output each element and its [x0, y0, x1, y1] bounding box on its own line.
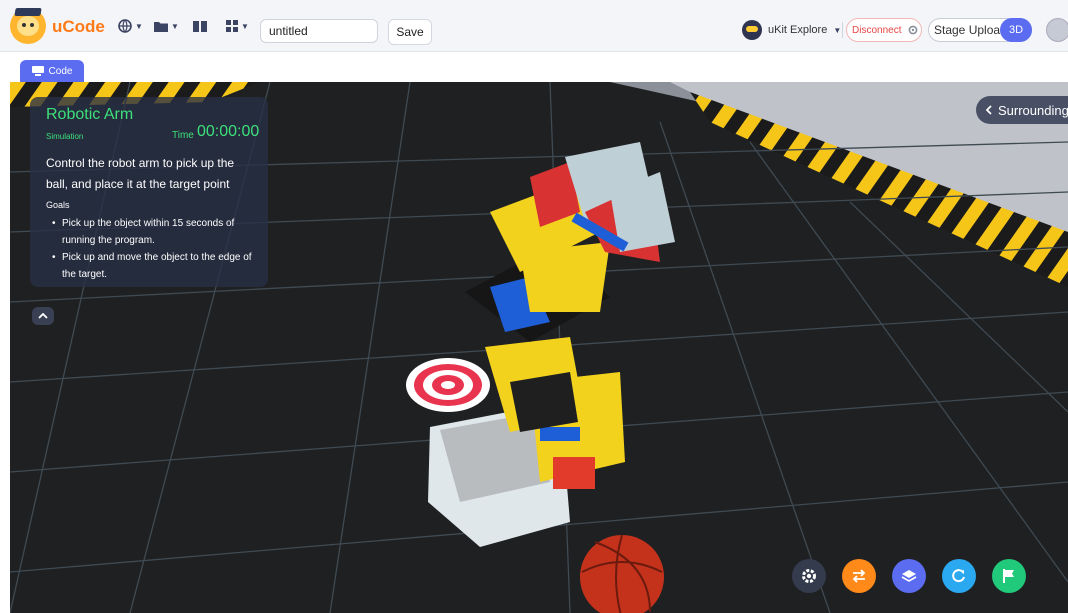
chevron-down-icon: ▼ [241, 21, 249, 31]
goal-item: Pick up the object within 15 seconds of … [46, 215, 258, 249]
goals-heading: Goals [46, 200, 70, 210]
ucode-logo [10, 8, 46, 44]
device-selector[interactable]: uKit Explore ▼ [742, 19, 841, 41]
mode-3d-badge[interactable]: 3D [1000, 18, 1032, 42]
swap-icon [852, 569, 866, 583]
reset-icon [952, 569, 965, 583]
device-name: uKit Explore [768, 24, 828, 36]
goals-list: Pick up the object within 15 seconds of … [46, 215, 258, 283]
chevron-down-icon: ▼ [135, 21, 143, 31]
surroundings-button[interactable]: Surroundings [976, 96, 1068, 124]
stage-upload-label: Stage Upload [934, 23, 1007, 37]
language-menu[interactable]: ▼ [118, 18, 143, 34]
gear-icon [802, 569, 816, 583]
timer-label: Time [172, 130, 194, 141]
chevron-up-icon [38, 313, 48, 319]
tutorial-button[interactable] [193, 18, 207, 34]
book-icon [193, 21, 207, 32]
chevron-down-icon: ▼ [833, 25, 842, 35]
layers-button[interactable] [892, 559, 926, 593]
goal-item: Pick up and move the object to the edge … [46, 249, 258, 283]
target-marker [406, 358, 490, 412]
user-avatar[interactable] [1046, 18, 1068, 42]
task-title: Robotic Arm [46, 106, 134, 123]
timer-value: 00:00:00 [197, 123, 260, 140]
file-menu[interactable]: ▼ [154, 18, 179, 34]
disconnect-button[interactable]: Disconnect [846, 18, 922, 42]
task-subtitle: Simulation [46, 132, 84, 141]
task-panel: Robotic Arm Simulation Time 00:00:00 Con… [30, 97, 268, 287]
disconnect-label: Disconnect [852, 24, 902, 36]
chevron-down-icon: ▼ [171, 21, 179, 31]
device-avatar [742, 20, 762, 40]
grid-icon [226, 20, 238, 32]
globe-icon [118, 19, 132, 33]
layers-icon [901, 570, 917, 582]
task-description: Control the robot arm to pick up the bal… [46, 156, 235, 191]
brand-name: uCode [52, 17, 105, 36]
save-button[interactable]: Save [388, 19, 432, 45]
surroundings-label: Surroundings [998, 102, 1068, 118]
tab-code[interactable]: Code [20, 60, 84, 82]
divider [842, 22, 843, 38]
flag-icon [1003, 569, 1014, 583]
simulation-viewport[interactable]: Robotic Arm Simulation Time 00:00:00 Con… [10, 82, 1068, 613]
chevron-left-icon [986, 105, 992, 115]
extensions-menu[interactable]: ▼ [226, 18, 249, 34]
settings-button[interactable] [792, 559, 826, 593]
code-icon [31, 66, 44, 76]
stage-upload-toggle[interactable]: Stage Upload 3D [928, 18, 1032, 42]
project-name-input[interactable] [260, 19, 378, 43]
swap-button[interactable] [842, 559, 876, 593]
top-toolbar: uCode ▼ ▼ ▼ Save uKit Explore ▼ Disconne… [0, 0, 1068, 52]
collapse-panel-button[interactable] [32, 307, 54, 325]
reset-button[interactable] [942, 559, 976, 593]
tab-code-label: Code [48, 65, 73, 77]
folder-icon [154, 22, 168, 32]
run-flag-button[interactable] [992, 559, 1026, 593]
tab-bar [0, 52, 1068, 82]
settings-icon[interactable] [907, 24, 919, 36]
